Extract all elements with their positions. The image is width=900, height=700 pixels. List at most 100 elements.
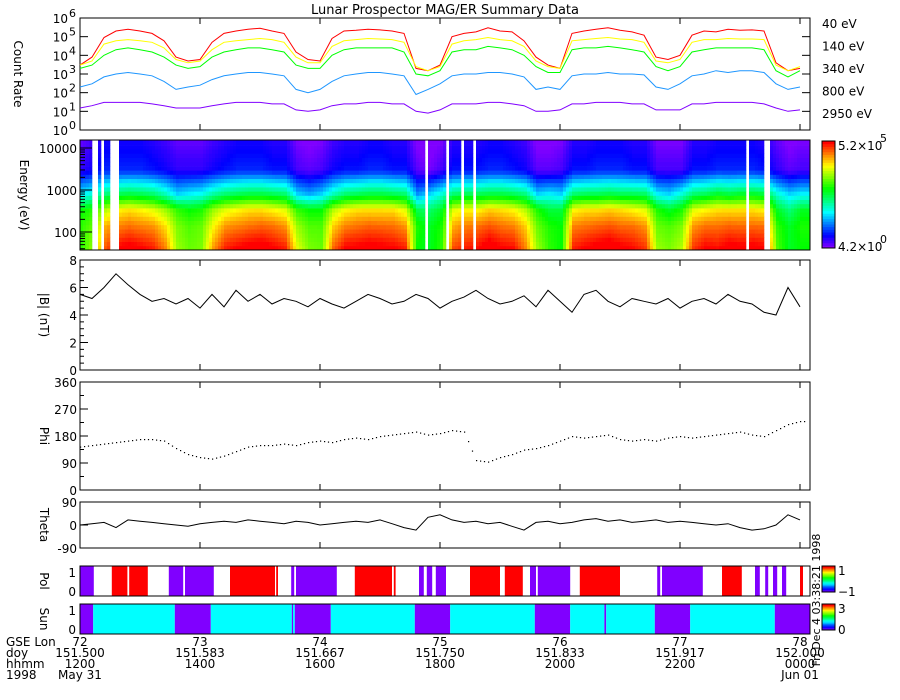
spectrogram-cell bbox=[260, 157, 264, 163]
spectrogram-cell bbox=[227, 195, 231, 200]
spectrogram-cell bbox=[182, 170, 186, 175]
spectrogram-cell bbox=[452, 187, 456, 192]
spectrogram-cell bbox=[170, 195, 174, 200]
spectrogram-cell bbox=[149, 212, 153, 217]
spectrogram-cell bbox=[248, 149, 252, 154]
spectrogram-cell bbox=[404, 216, 408, 221]
spectrogram-cell bbox=[176, 216, 180, 221]
spectrogram-cell bbox=[560, 170, 564, 175]
spectrogram-cell bbox=[488, 237, 492, 242]
spectrogram-cell bbox=[281, 170, 285, 175]
spectrogram-cell bbox=[431, 140, 435, 146]
spectrogram-cell bbox=[236, 229, 240, 234]
spectrogram-cell bbox=[263, 157, 267, 163]
spectrogram-cell bbox=[335, 203, 339, 209]
spectrogram-cell bbox=[158, 195, 162, 200]
spectrogram-cell bbox=[269, 161, 273, 167]
spectrogram-cell bbox=[212, 174, 216, 179]
spectrogram-cell bbox=[470, 203, 474, 209]
spectrogram-cell bbox=[455, 224, 459, 230]
spectrogram-cell bbox=[563, 149, 567, 154]
spectrogram-cell bbox=[656, 157, 660, 163]
spectrogram-cell bbox=[485, 216, 489, 221]
spectrogram-cell bbox=[344, 170, 348, 175]
spectrogram-cell bbox=[164, 199, 168, 205]
spectrogram-cell bbox=[377, 220, 381, 226]
spectrogram-cell bbox=[221, 212, 225, 217]
spectrogram-cell bbox=[506, 182, 510, 188]
spectrogram-cell bbox=[578, 212, 582, 217]
spectrogram-cell bbox=[452, 153, 456, 158]
spectrogram-cell bbox=[599, 195, 603, 200]
spectrogram-cell bbox=[386, 199, 390, 205]
spectrogram-cell bbox=[575, 178, 579, 184]
spectrogram-cell bbox=[440, 216, 444, 221]
spectrogram-cell bbox=[365, 157, 369, 163]
spectrogram-cell bbox=[569, 241, 573, 247]
spectrogram-cell bbox=[326, 170, 330, 175]
spectrogram-cell bbox=[620, 157, 624, 163]
spectrogram-cell bbox=[407, 157, 411, 163]
spectrogram-cell bbox=[194, 203, 198, 209]
spectrogram-cell bbox=[464, 220, 468, 226]
spectrogram-cell bbox=[404, 199, 408, 205]
spectrogram-cell bbox=[191, 216, 195, 221]
spectrogram-cell bbox=[644, 149, 648, 154]
spectrogram-cell bbox=[182, 237, 186, 242]
spectrogram-cell bbox=[218, 241, 222, 247]
spectrogram-cell bbox=[539, 233, 543, 238]
spectrogram-cell bbox=[221, 203, 225, 209]
spectrogram-cell bbox=[191, 208, 195, 213]
spectrogram-cell bbox=[377, 199, 381, 205]
spectrogram-cell bbox=[104, 153, 108, 158]
spectrogram-cell bbox=[623, 241, 627, 247]
spectrogram-cell bbox=[212, 178, 216, 184]
spectrogram-cell bbox=[500, 216, 504, 221]
spectrogram-cell bbox=[341, 170, 345, 175]
spectrogram-cell bbox=[350, 216, 354, 221]
spectrogram-cell bbox=[266, 191, 270, 196]
spectrogram-cell bbox=[212, 237, 216, 242]
spectrogram-cell bbox=[242, 145, 246, 150]
spectrogram-cell bbox=[296, 153, 300, 158]
spectrogram-cell bbox=[635, 174, 639, 179]
spectrogram-cell bbox=[449, 145, 453, 150]
spectrogram-cell bbox=[284, 182, 288, 188]
spectrogram-cell bbox=[647, 208, 651, 213]
spectrogram-cell bbox=[497, 208, 501, 213]
spectrogram-cell bbox=[284, 153, 288, 158]
spectrogram-cell bbox=[638, 140, 642, 146]
spectrogram-cell bbox=[641, 237, 645, 242]
spectrogram-cell bbox=[158, 237, 162, 242]
spectrogram-cell bbox=[554, 199, 558, 205]
spectrogram-cell bbox=[569, 216, 573, 221]
spectrogram-cell bbox=[179, 224, 183, 230]
spectrogram-cell bbox=[350, 178, 354, 184]
spectrogram-cell bbox=[83, 212, 87, 217]
spectrogram-cell bbox=[260, 178, 264, 184]
spectrogram-cell bbox=[542, 178, 546, 184]
spectrogram-cell bbox=[89, 153, 93, 158]
spectrogram-cell bbox=[416, 153, 420, 158]
spectrogram-cell bbox=[368, 199, 372, 205]
spectrogram-cell bbox=[98, 153, 102, 158]
spectrogram-cell bbox=[626, 170, 630, 175]
spectrogram-cell bbox=[161, 145, 165, 150]
spectrogram-cell bbox=[635, 199, 639, 205]
spectrogram-cell bbox=[182, 220, 186, 226]
spectrogram-cell bbox=[341, 212, 345, 217]
spectrogram-cell bbox=[560, 153, 564, 158]
spectrogram-cell bbox=[515, 203, 519, 209]
spectrogram-cell bbox=[161, 157, 165, 163]
spectrogram-cell bbox=[470, 220, 474, 226]
spectrogram-cell bbox=[506, 220, 510, 226]
spectrogram-cell bbox=[485, 166, 489, 171]
spectrogram-cell bbox=[152, 170, 156, 175]
spectrogram-cell bbox=[653, 182, 657, 188]
spectrogram-cell bbox=[224, 170, 228, 175]
spectrogram-cell bbox=[575, 203, 579, 209]
spectrogram-cell bbox=[653, 161, 657, 167]
spectrogram-cell bbox=[317, 241, 321, 247]
spectrogram-cell bbox=[269, 174, 273, 179]
spectrogram-cell bbox=[482, 233, 486, 238]
